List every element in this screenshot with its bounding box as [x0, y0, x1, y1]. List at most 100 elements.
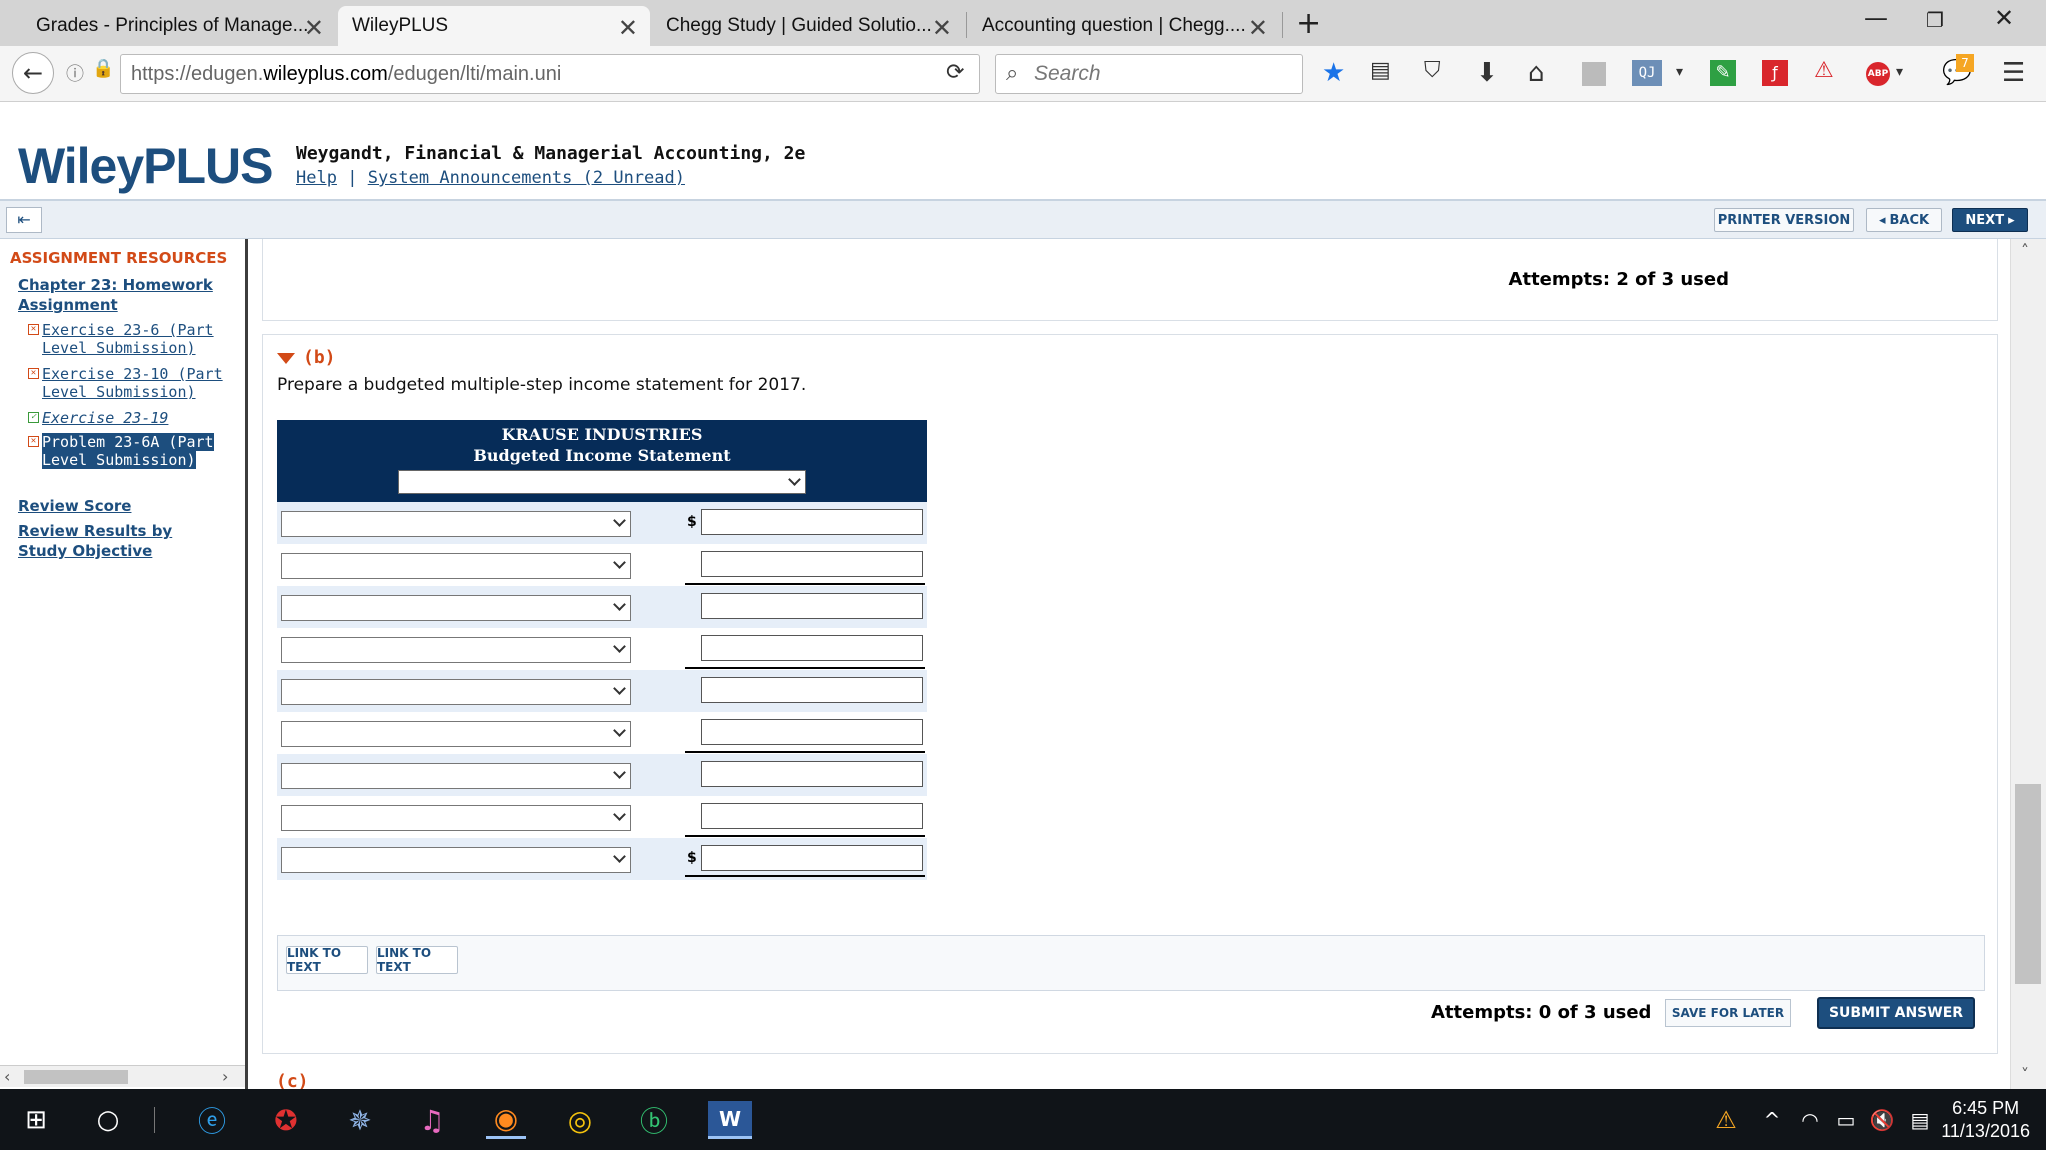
link-to-text-button[interactable]: LINK TO TEXT: [376, 946, 458, 974]
media-app-icon[interactable]: ⓑ: [634, 1101, 674, 1139]
system-clock[interactable]: 6:45 PM 11/13/2016: [1941, 1097, 2030, 1143]
app-icon[interactable]: ✪: [266, 1101, 306, 1139]
chevron-down-icon: [613, 556, 626, 569]
part-b-toggle[interactable]: (b): [277, 347, 336, 368]
evernote-icon[interactable]: ✎: [1710, 60, 1736, 86]
amount-input[interactable]: [701, 635, 923, 661]
sidebar-item-exercise-23-10[interactable]: ✕ Exercise 23-10 (Part Level Submission): [28, 365, 238, 401]
download-icon[interactable]: ⬇: [1476, 58, 1498, 88]
next-button[interactable]: NEXT ▸: [1952, 208, 2028, 232]
scroll-thumb[interactable]: [24, 1070, 128, 1084]
pocket-icon[interactable]: ⛉: [1424, 58, 1441, 83]
amount-input[interactable]: [701, 845, 923, 871]
amount-input[interactable]: [701, 803, 923, 829]
cortana-search-icon[interactable]: ○: [88, 1101, 128, 1139]
extension-icon[interactable]: [1582, 62, 1606, 86]
taskbar-separator: [154, 1107, 155, 1133]
sidebar-item-problem-23-6a[interactable]: ✕ Problem 23-6A (Part Level Submission): [28, 433, 238, 469]
firefox-icon[interactable]: ◉: [486, 1101, 526, 1139]
home-icon[interactable]: ⌂: [1528, 58, 1545, 88]
period-select[interactable]: [398, 470, 806, 494]
restore-icon[interactable]: ❐: [1926, 8, 1944, 32]
chevron-up-icon[interactable]: ˄: [2021, 241, 2029, 260]
collapse-sidebar-icon[interactable]: ⇤: [6, 207, 42, 233]
notification-alert-icon[interactable]: ⚠: [1706, 1101, 1746, 1139]
amount-input[interactable]: [701, 719, 923, 745]
url-bar[interactable]: https://edugen.wileyplus.com/edugen/lti/…: [120, 54, 980, 94]
account-select[interactable]: [281, 847, 631, 873]
sidebar-horizontal-scrollbar[interactable]: ‹ ›: [0, 1065, 245, 1087]
account-select[interactable]: [281, 595, 631, 621]
review-results-link[interactable]: Review Results by Study Objective: [18, 521, 188, 561]
account-select[interactable]: [281, 637, 631, 663]
tab-grades[interactable]: Grades - Principles of Manage... ✕: [0, 6, 336, 46]
search-input[interactable]: ⌕ Search: [995, 54, 1303, 94]
submit-answer-button[interactable]: SUBMIT ANSWER: [1817, 997, 1975, 1029]
safari-icon[interactable]: ✵: [340, 1101, 380, 1139]
chevron-down-icon[interactable]: ˅: [2021, 1065, 2029, 1084]
announcements-link[interactable]: System Announcements (2 Unread): [368, 168, 685, 188]
vertical-scrollbar[interactable]: ˄ ˅: [2010, 239, 2046, 1089]
dropdown-icon[interactable]: ▾: [1896, 64, 1903, 80]
wifi-icon[interactable]: ◠: [1790, 1101, 1830, 1139]
review-score-link[interactable]: Review Score: [18, 496, 131, 516]
info-icon[interactable]: ⓘ: [66, 60, 84, 86]
adblock-icon[interactable]: ABP: [1866, 62, 1890, 86]
account-select[interactable]: [281, 511, 631, 537]
back-button[interactable]: ◂ BACK: [1866, 208, 1942, 232]
qj-extension-icon[interactable]: QJ: [1632, 60, 1662, 86]
close-icon[interactable]: ✕: [932, 14, 952, 42]
action-center-icon[interactable]: ▤: [1900, 1101, 1940, 1139]
sidebar-item-exercise-23-19[interactable]: ✓ Exercise 23-19: [28, 409, 238, 427]
chrome-icon[interactable]: ◎: [560, 1101, 600, 1139]
printer-version-button[interactable]: PRINTER VERSION: [1714, 208, 1854, 232]
new-tab-button[interactable]: +: [1296, 6, 1321, 41]
chevron-up-icon[interactable]: ^: [1752, 1101, 1792, 1139]
close-icon[interactable]: ✕: [304, 14, 324, 42]
windows-start-icon[interactable]: ⊞: [16, 1101, 56, 1139]
sidebar-item-exercise-23-6[interactable]: ✕ Exercise 23-6 (Part Level Submission): [28, 321, 238, 357]
part-c-toggle[interactable]: (c): [276, 1071, 309, 1089]
word-icon[interactable]: W: [708, 1101, 752, 1139]
ie-icon[interactable]: ⓔ: [192, 1101, 232, 1139]
chapter-link[interactable]: Chapter 23: Homework Assignment: [18, 275, 228, 315]
subtotal-underline: [685, 751, 925, 753]
volume-muted-icon[interactable]: 🔇: [1862, 1101, 1902, 1139]
scroll-thumb[interactable]: [2015, 784, 2041, 984]
amount-input[interactable]: [701, 677, 923, 703]
account-select[interactable]: [281, 763, 631, 789]
chevron-right-icon[interactable]: ›: [222, 1067, 228, 1086]
battery-icon[interactable]: ▭: [1826, 1101, 1866, 1139]
account-select[interactable]: [281, 553, 631, 579]
close-icon[interactable]: ✕: [618, 14, 638, 42]
account-select[interactable]: [281, 679, 631, 705]
dropdown-icon[interactable]: ▾: [1676, 64, 1683, 80]
reading-list-icon[interactable]: ▤: [1370, 58, 1391, 83]
amount-input[interactable]: [701, 593, 923, 619]
save-for-later-button[interactable]: SAVE FOR LATER: [1665, 999, 1791, 1027]
help-link[interactable]: Help: [296, 168, 337, 188]
pdf-icon[interactable]: ⚠: [1814, 58, 1834, 83]
itunes-icon[interactable]: ♫: [412, 1101, 452, 1139]
bookmark-star-icon[interactable]: ★: [1322, 58, 1345, 88]
sidebar-title: ASSIGNMENT RESOURCES: [10, 249, 228, 267]
account-select[interactable]: [281, 805, 631, 831]
menu-icon[interactable]: ☰: [2002, 58, 2025, 88]
back-arrow-icon[interactable]: ←: [12, 52, 54, 94]
window-close-icon[interactable]: ✕: [1994, 4, 2014, 32]
amount-input[interactable]: [701, 551, 923, 577]
link-to-text-button[interactable]: LINK TO TEXT: [286, 946, 368, 974]
minimize-icon[interactable]: —: [1864, 4, 1888, 32]
amount-input[interactable]: [701, 509, 923, 535]
account-select[interactable]: [281, 721, 631, 747]
tab-accounting-question[interactable]: Accounting question | Chegg.... ✕: [968, 6, 1280, 46]
wileyplus-logo[interactable]: WileyPLUS: [18, 137, 274, 195]
amount-input[interactable]: [701, 761, 923, 787]
chevron-left-icon[interactable]: ‹: [4, 1067, 10, 1086]
tab-wileyplus[interactable]: WileyPLUS ✕: [338, 6, 650, 46]
reload-icon[interactable]: ⟳: [946, 60, 964, 85]
tab-chegg-study[interactable]: Chegg Study | Guided Solutio... ✕: [652, 6, 964, 46]
close-icon[interactable]: ✕: [1248, 14, 1268, 42]
windows-taskbar: ⊞ ○ ⓔ ✪ ✵ ♫ ◉ ◎ ⓑ W ⚠ ^ ◠ ▭ 🔇 ▤ 6:45 PM …: [0, 1089, 2046, 1150]
flash-icon[interactable]: ƒ: [1762, 60, 1788, 86]
